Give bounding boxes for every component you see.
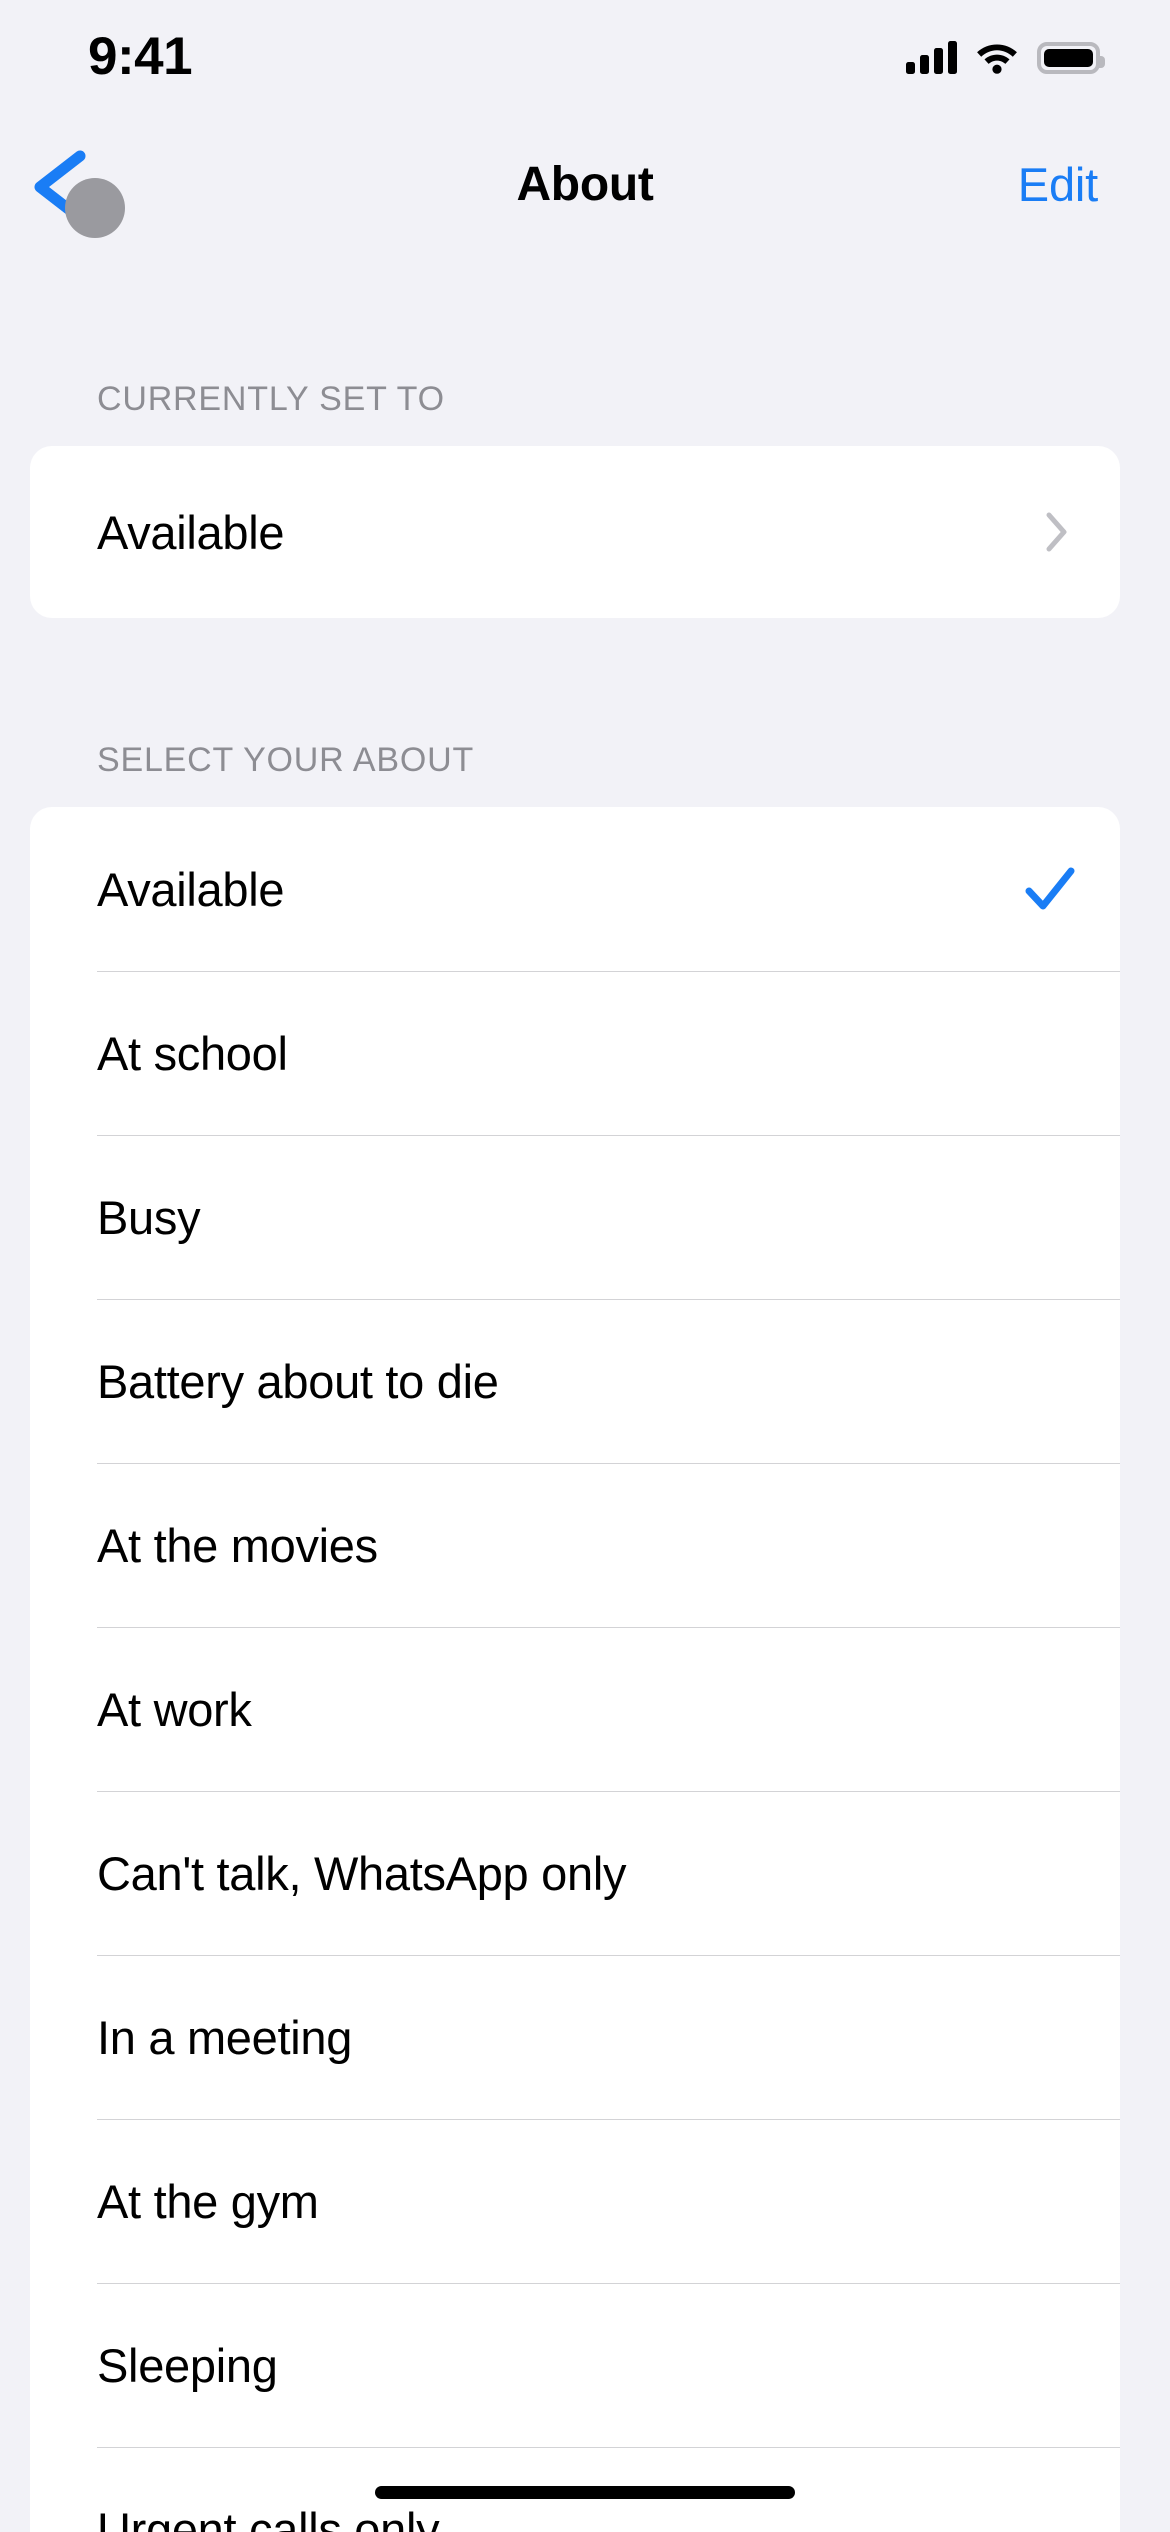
about-option-row[interactable]: At school — [30, 971, 1120, 1135]
about-option-label: Busy — [97, 1190, 201, 1244]
page-title: About — [516, 158, 654, 211]
status-bar-indicators — [906, 32, 1105, 74]
about-option-row[interactable]: At the gym — [30, 2119, 1120, 2283]
about-option-label: Urgent calls only — [97, 2502, 440, 2532]
section-header-select-your-about: SELECT YOUR ABOUT — [97, 741, 475, 779]
current-status-value: Available — [97, 505, 285, 559]
status-bar-time: 9:41 — [88, 27, 193, 86]
about-option-label: At the movies — [97, 1518, 378, 1572]
section-header-currently-set-to: CURRENTLY SET TO — [97, 380, 445, 418]
about-option-row[interactable]: Available — [30, 807, 1120, 971]
settings-content: CURRENTLY SET TO Available SELECT YOUR A… — [0, 230, 1170, 2532]
about-option-row[interactable]: Busy — [30, 1135, 1120, 1299]
status-bar: 9:41 — [0, 0, 1170, 140]
about-option-row[interactable]: Battery about to die — [30, 1299, 1120, 1463]
currently-set-to-card: Available — [30, 446, 1120, 618]
navigation-bar: About Edit — [0, 140, 1170, 238]
home-indicator — [375, 2486, 795, 2499]
wifi-icon — [977, 44, 1017, 74]
battery-full-icon — [1037, 42, 1105, 74]
edit-button[interactable]: Edit — [1018, 140, 1098, 230]
about-option-row[interactable]: At work — [30, 1627, 1120, 1791]
about-option-label: In a meeting — [97, 2010, 353, 2064]
about-options-card: Available At school Busy Battery about to d… — [30, 807, 1120, 2532]
signal-bars-icon — [906, 40, 957, 74]
current-status-row[interactable]: Available — [30, 446, 1120, 618]
chevron-right-icon — [1046, 512, 1067, 552]
about-option-label: Available — [97, 862, 285, 916]
about-option-label: Sleeping — [97, 2338, 278, 2392]
about-option-row[interactable]: Sleeping — [30, 2283, 1120, 2447]
about-option-row[interactable]: At the movies — [30, 1463, 1120, 1627]
about-option-label: Can't talk, WhatsApp only — [97, 1846, 627, 1900]
about-option-row[interactable]: Can't talk, WhatsApp only — [30, 1791, 1120, 1955]
about-option-row[interactable]: In a meeting — [30, 1955, 1120, 2119]
about-option-label: At school — [97, 1026, 288, 1080]
checkmark-icon — [1025, 867, 1075, 910]
about-option-label: At work — [97, 1682, 252, 1736]
about-option-label: Battery about to die — [97, 1354, 499, 1408]
about-option-label: At the gym — [97, 2174, 319, 2228]
phone-screen: 9:41 About Edit CURRENTLY SET TO Availab… — [0, 0, 1170, 2532]
